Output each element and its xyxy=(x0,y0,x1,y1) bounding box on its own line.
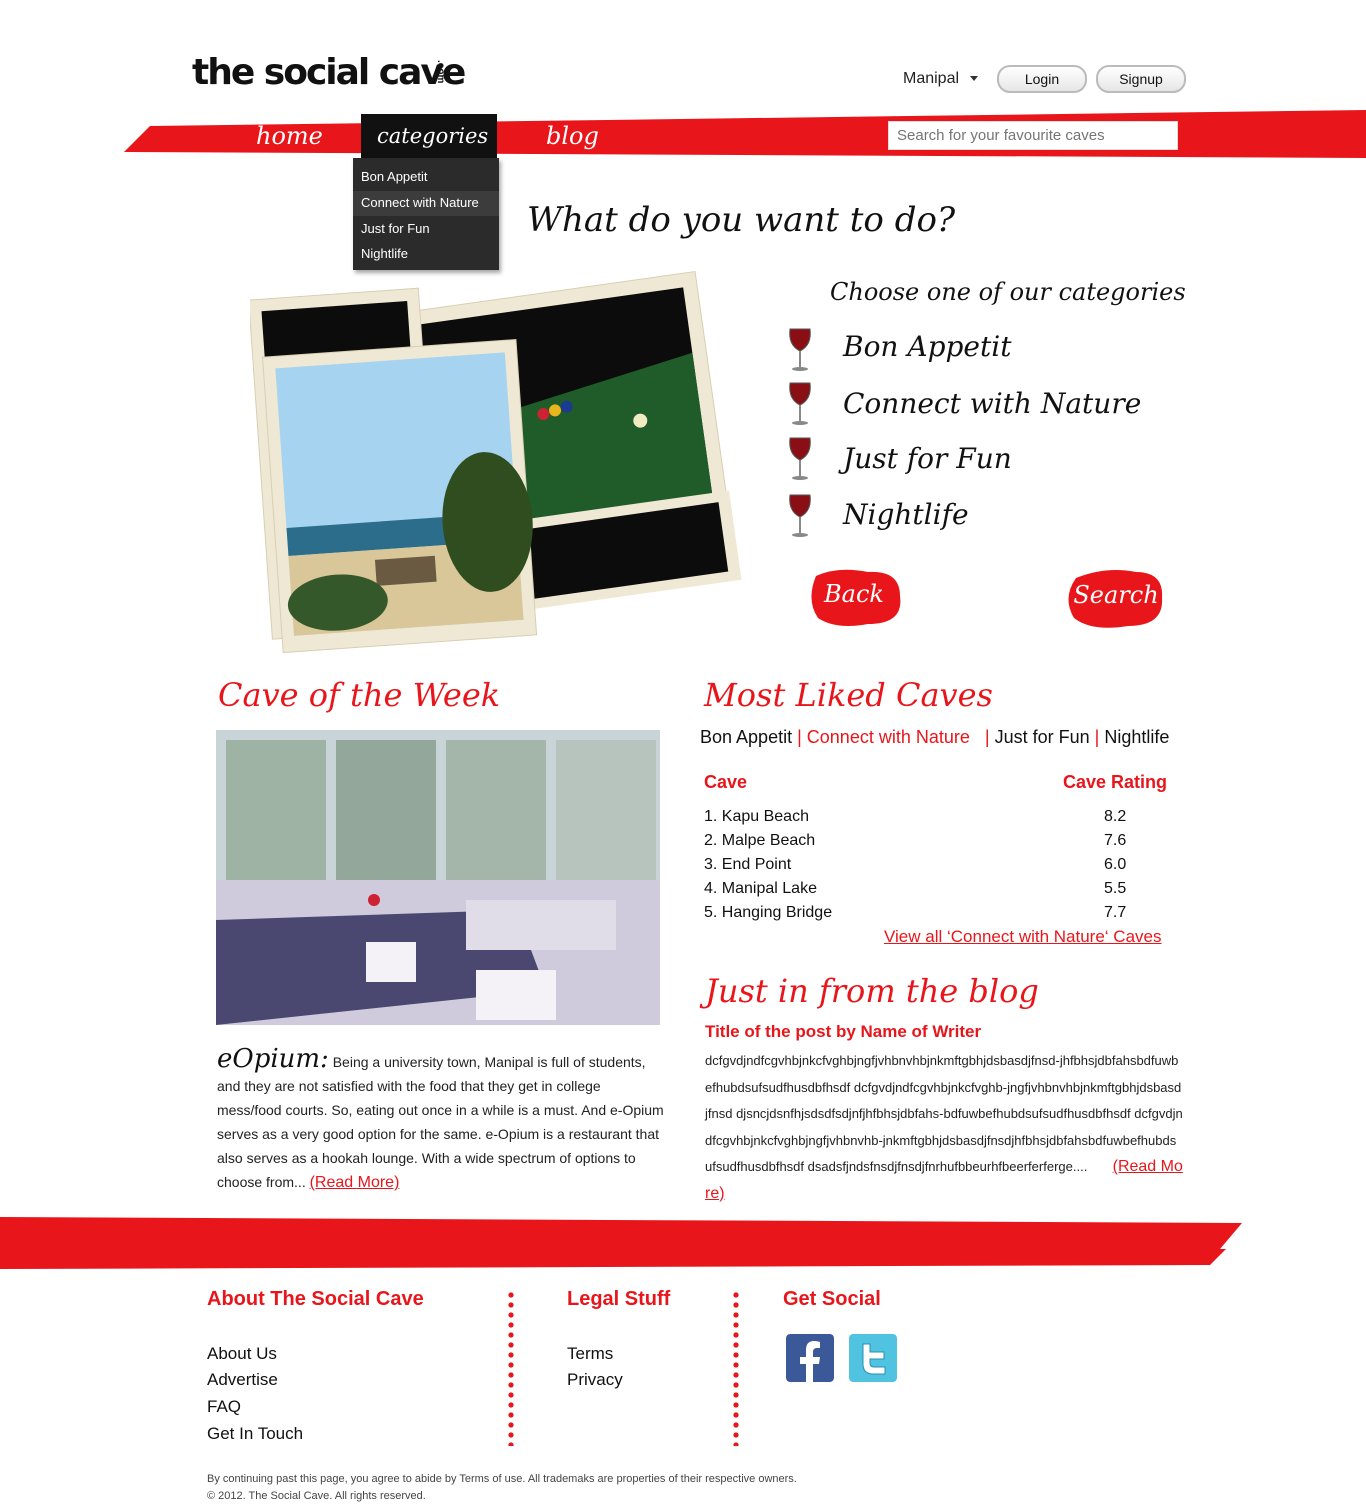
footer-link-advertise[interactable]: Advertise xyxy=(207,1370,278,1390)
blog-post-title[interactable]: Title of the post by Name of Writer xyxy=(705,1022,981,1042)
cave-of-week-title: Cave of the Week xyxy=(218,676,501,714)
dropdown-item-bon-appetit[interactable]: Bon Appetit xyxy=(361,169,428,184)
table-row-rating: 8.2 xyxy=(1104,808,1127,825)
nav-blog[interactable]: blog xyxy=(546,122,599,150)
category-just-for-fun[interactable]: Just for Fun xyxy=(843,442,1012,475)
blog-post-excerpt: dcfgvdjndfcgvhbjnkcfvghbjngfjvhbnvhbjnkm… xyxy=(705,1048,1183,1207)
wine-glass-icon xyxy=(789,328,811,371)
site-logo[interactable]: the social cave xyxy=(192,52,466,93)
table-row-rating: 7.7 xyxy=(1104,904,1127,921)
table-row-rating: 6.0 xyxy=(1104,856,1127,873)
search-button[interactable]: Search xyxy=(1070,567,1162,625)
legal-terms-line: By continuing past this page, you agree … xyxy=(207,1473,797,1485)
filter-separator: | xyxy=(974,727,995,747)
table-row-cave[interactable]: 1. Kapu Beach xyxy=(704,808,809,826)
wine-glass-icon xyxy=(789,382,811,425)
table-row-cave[interactable]: 4. Manipal Lake xyxy=(704,880,817,898)
footer-about-title: About The Social Cave xyxy=(207,1288,424,1310)
filter-just-for-fun[interactable]: Just for Fun xyxy=(995,727,1090,747)
filter-nightlife[interactable]: Nightlife xyxy=(1104,727,1169,747)
category-bon-appetit[interactable]: Bon Appetit xyxy=(843,330,1011,363)
hero-title: What do you want to do? xyxy=(527,200,956,240)
back-button[interactable]: Back xyxy=(808,566,900,624)
table-row-cave[interactable]: 5. Hanging Bridge xyxy=(704,904,832,922)
footer-link-faq[interactable]: FAQ xyxy=(207,1397,241,1417)
cave-read-more-link[interactable]: (Read More) xyxy=(310,1174,400,1191)
cave-of-week-photo[interactable] xyxy=(216,730,660,1025)
blog-post-text: dcfgvdjndfcgvhbjnkcfvghbjngfjvhbnvhbjnkm… xyxy=(705,1053,1183,1174)
footer-social-title: Get Social xyxy=(783,1288,881,1310)
table-row-rating: 5.5 xyxy=(1104,880,1127,897)
column-header-rating: Cave Rating xyxy=(1063,772,1168,792)
city-selector[interactable]: Manipal xyxy=(903,70,959,88)
cave-of-week-description: eOpium: Being a university town, Manipal… xyxy=(217,1044,669,1195)
login-button[interactable]: Login xyxy=(997,65,1087,93)
view-all-caves-link[interactable]: View all ‘Connect with Nature‘ Caves xyxy=(884,927,1161,947)
footer-divider xyxy=(508,1290,514,1446)
category-nightlife[interactable]: Nightlife xyxy=(843,498,969,531)
table-row-cave[interactable]: 3. End Point xyxy=(704,856,791,874)
footer-legal-title: Legal Stuff xyxy=(567,1288,671,1310)
filter-separator: | xyxy=(1094,727,1105,747)
column-header-cave: Cave xyxy=(704,772,748,792)
twitter-icon[interactable] xyxy=(849,1334,897,1382)
search-input[interactable] xyxy=(888,121,1178,150)
dropdown-item-connect-with-nature[interactable]: Connect with Nature xyxy=(361,195,479,210)
nav-home[interactable]: home xyxy=(256,122,323,150)
filter-connect-with-nature[interactable]: Connect with Nature xyxy=(807,727,970,747)
filter-separator: | xyxy=(797,727,807,747)
wine-glass-icon xyxy=(789,437,811,480)
copyright-line: © 2012. The Social Cave. All rights rese… xyxy=(207,1490,426,1502)
footer-link-get-in-touch[interactable]: Get In Touch xyxy=(207,1424,303,1444)
table-row-cave[interactable]: 2. Malpe Beach xyxy=(704,832,815,850)
category-filter-row: Bon Appetit | Connect with Nature | Just… xyxy=(700,727,1169,748)
chevron-down-icon[interactable] xyxy=(970,76,978,81)
hero-subtitle: Choose one of our categories xyxy=(830,278,1186,306)
nav-categories[interactable]: categories xyxy=(377,124,488,148)
footer-link-privacy[interactable]: Privacy xyxy=(567,1370,623,1390)
legal-notice: By continuing past this page, you agree … xyxy=(207,1471,797,1505)
cave-name[interactable]: eOpium: xyxy=(217,1044,329,1074)
footer-divider xyxy=(733,1290,739,1446)
footer-band xyxy=(0,1217,1242,1269)
wine-glass-icon xyxy=(789,494,811,537)
facebook-icon[interactable] xyxy=(786,1334,834,1382)
filter-bon-appetit[interactable]: Bon Appetit xyxy=(700,727,792,747)
blog-section-title: Just in from the blog xyxy=(705,972,1039,1010)
signup-button[interactable]: Signup xyxy=(1096,65,1186,93)
logo-suffix: .com xyxy=(435,60,446,84)
table-row-rating: 7.6 xyxy=(1104,832,1127,849)
most-liked-title: Most Liked Caves xyxy=(704,676,993,714)
cave-description-text: Being a university town, Manipal is full… xyxy=(217,1054,664,1190)
dropdown-item-just-for-fun[interactable]: Just for Fun xyxy=(361,221,430,236)
footer-link-terms[interactable]: Terms xyxy=(567,1344,613,1364)
category-connect-with-nature[interactable]: Connect with Nature xyxy=(843,387,1141,420)
footer-link-about-us[interactable]: About Us xyxy=(207,1344,277,1364)
hero-photo-collage xyxy=(250,270,742,654)
